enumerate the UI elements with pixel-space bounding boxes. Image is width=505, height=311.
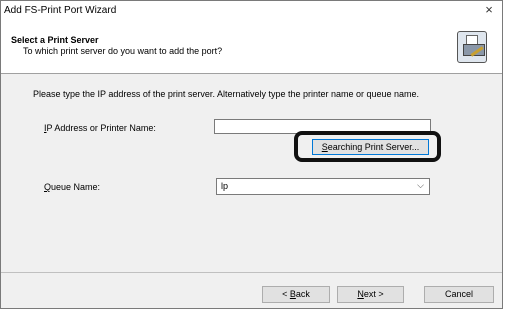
page-subtitle: To which print server do you want to add… [23,46,223,56]
title-bar: Add FS-Print Port Wizard × [1,1,502,21]
ip-label-text: P Address or Printer Name: [46,123,156,133]
searching-print-server-button[interactable]: Searching Print Server... [312,139,429,155]
queue-name-value: lp [221,181,229,191]
wizard-header: Select a Print Server To which print ser… [1,21,502,74]
ip-address-label: IP Address or Printer Name: [44,123,156,133]
queue-label-mnemonic: Q [44,182,52,192]
page-title: Select a Print Server [11,35,99,45]
next-button[interactable]: Next > [337,286,404,303]
back-label: ack [295,289,310,299]
next-label: ext > [363,289,384,299]
close-icon[interactable]: × [482,3,496,17]
queue-name-select[interactable]: lp ⌵ [216,178,430,195]
window-title: Add FS-Print Port Wizard [4,5,117,16]
footer-divider [1,272,502,273]
back-prefix: < [282,289,290,299]
cancel-button[interactable]: Cancel [424,286,494,303]
back-button[interactable]: < Back [262,286,330,303]
wizard-window: Add FS-Print Port Wizard × Select a Prin… [0,0,503,309]
search-button-label: earching Print Server... [327,142,420,152]
chevron-down-icon[interactable]: ⌵ [417,180,424,191]
instruction-text: Please type the IP address of the print … [33,89,420,99]
print-wizard-icon [457,31,487,63]
queue-label-text: ueue Name: [51,182,101,192]
queue-name-label: Queue Name: [44,182,100,192]
